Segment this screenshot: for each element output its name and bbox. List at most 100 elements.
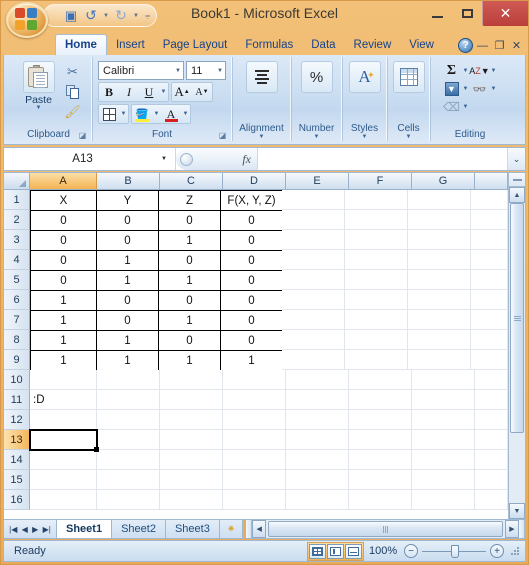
cell-E13[interactable] bbox=[286, 430, 349, 450]
cell-F6[interactable] bbox=[345, 290, 408, 310]
tab-home[interactable]: Home bbox=[55, 34, 107, 55]
column-header-g[interactable]: G bbox=[412, 173, 475, 190]
cell-B12[interactable] bbox=[97, 410, 160, 430]
row-header-8[interactable]: 8 bbox=[4, 330, 30, 350]
cell-F14[interactable] bbox=[349, 450, 412, 470]
horizontal-scroll-track[interactable] bbox=[266, 520, 505, 538]
cell-B4[interactable]: 1 bbox=[96, 250, 159, 271]
cell-G5[interactable] bbox=[408, 270, 471, 290]
vertical-scroll-thumb[interactable] bbox=[510, 203, 524, 433]
last-sheet-icon[interactable]: ▶| bbox=[43, 525, 51, 534]
cell-G8[interactable] bbox=[408, 330, 471, 350]
cell-B1[interactable]: Y bbox=[96, 190, 159, 211]
cell-A6[interactable]: 1 bbox=[30, 290, 97, 311]
cell-C5[interactable]: 1 bbox=[158, 270, 221, 291]
cell-B10[interactable] bbox=[97, 370, 160, 390]
alignment-button[interactable] bbox=[238, 59, 286, 93]
minimize-ribbon-icon[interactable]: — bbox=[475, 38, 490, 53]
font-color-button[interactable]: A bbox=[161, 105, 181, 123]
cell-E15[interactable] bbox=[286, 470, 349, 490]
save-icon[interactable]: ▣ bbox=[62, 7, 80, 25]
cell-A2[interactable]: 0 bbox=[30, 210, 97, 231]
office-button[interactable] bbox=[6, 2, 48, 38]
font-dialog-launcher-icon[interactable]: ◪ bbox=[218, 131, 227, 140]
row-header-13[interactable]: 13 bbox=[4, 430, 30, 450]
cell-F5[interactable] bbox=[345, 270, 408, 290]
horizontal-scrollbar[interactable]: ◀ ▶ bbox=[245, 520, 526, 539]
cell-G1[interactable] bbox=[408, 190, 471, 210]
cell-B7[interactable]: 0 bbox=[96, 310, 159, 331]
formula-input[interactable] bbox=[258, 148, 507, 170]
cell-C7[interactable]: 1 bbox=[158, 310, 221, 331]
split-box[interactable] bbox=[509, 173, 525, 187]
cell-A13[interactable] bbox=[29, 429, 99, 452]
cell-E12[interactable] bbox=[286, 410, 349, 430]
scroll-left-button[interactable]: ◀ bbox=[252, 520, 267, 538]
undo-dropdown-icon[interactable]: ▼ bbox=[102, 13, 110, 19]
cell-C2[interactable]: 0 bbox=[158, 210, 221, 231]
row-header-6[interactable]: 6 bbox=[4, 290, 30, 310]
column-header-c[interactable]: C bbox=[160, 173, 223, 190]
cell-D7[interactable]: 0 bbox=[220, 310, 283, 331]
undo-icon[interactable]: ↺ bbox=[82, 7, 100, 25]
scroll-up-button[interactable]: ▲ bbox=[509, 187, 525, 203]
cell-C8[interactable]: 0 bbox=[158, 330, 221, 351]
number-dropdown-icon[interactable]: ▼ bbox=[295, 134, 338, 140]
sheet-tab-sheet1[interactable]: Sheet1 bbox=[57, 520, 113, 538]
zoom-slider[interactable] bbox=[418, 544, 490, 558]
cell-C15[interactable] bbox=[160, 470, 223, 490]
cell-A5[interactable]: 0 bbox=[30, 270, 97, 291]
row-header-4[interactable]: 4 bbox=[4, 250, 30, 270]
cell-D6[interactable]: 0 bbox=[220, 290, 283, 311]
cell-C6[interactable]: 0 bbox=[158, 290, 221, 311]
cell-D11[interactable] bbox=[223, 390, 286, 410]
cell-C13[interactable] bbox=[160, 430, 223, 450]
tab-page-layout[interactable]: Page Layout bbox=[154, 34, 237, 55]
fill-color-dropdown-icon[interactable]: ▼ bbox=[152, 111, 161, 117]
column-header-a[interactable]: A bbox=[30, 173, 97, 190]
cell-B15[interactable] bbox=[97, 470, 160, 490]
cell-E5[interactable] bbox=[282, 270, 345, 290]
cell-F1[interactable] bbox=[345, 190, 408, 210]
cell-A12[interactable] bbox=[30, 410, 97, 430]
name-box-dropdown-icon[interactable]: ▼ bbox=[161, 156, 175, 162]
redo-dropdown-icon[interactable]: ▼ bbox=[132, 13, 140, 19]
cell-D1[interactable]: F(X, Y, Z) bbox=[220, 190, 283, 211]
minimize-button[interactable] bbox=[422, 1, 452, 26]
find-select-dropdown-icon[interactable]: ▼ bbox=[489, 86, 498, 92]
cell-A16[interactable] bbox=[30, 490, 97, 510]
cell-C4[interactable]: 0 bbox=[158, 250, 221, 271]
insert-worksheet-icon[interactable]: ✷ bbox=[219, 520, 244, 538]
underline-button[interactable]: U bbox=[139, 83, 159, 101]
cell-C9[interactable]: 1 bbox=[158, 350, 221, 371]
page-layout-view-button[interactable] bbox=[327, 543, 344, 559]
vertical-scrollbar[interactable]: ▲ ▼ bbox=[508, 173, 525, 519]
row-header-16[interactable]: 16 bbox=[4, 490, 30, 510]
italic-button[interactable]: I bbox=[119, 83, 139, 101]
cell-E9[interactable] bbox=[282, 350, 345, 370]
cell-G16[interactable] bbox=[412, 490, 475, 510]
paste-button[interactable]: Paste ▼ bbox=[15, 59, 63, 111]
cell-D14[interactable] bbox=[223, 450, 286, 470]
resize-grip[interactable] bbox=[509, 545, 521, 557]
fill-dropdown-icon[interactable]: ▼ bbox=[461, 86, 470, 92]
row-header-9[interactable]: 9 bbox=[4, 350, 30, 370]
bold-button[interactable]: B bbox=[99, 83, 119, 101]
sort-filter-button[interactable]: AZ▼ bbox=[469, 62, 489, 80]
column-header-d[interactable]: D bbox=[223, 173, 286, 190]
row-header-10[interactable]: 10 bbox=[4, 370, 30, 390]
zoom-level[interactable]: 100% bbox=[369, 545, 399, 557]
cells-dropdown-icon[interactable]: ▼ bbox=[391, 134, 426, 140]
clear-button[interactable]: ⌫ bbox=[442, 98, 461, 116]
row-header-7[interactable]: 7 bbox=[4, 310, 30, 330]
cell-G6[interactable] bbox=[408, 290, 471, 310]
redo-icon[interactable]: ↻ bbox=[112, 7, 130, 25]
cell-A4[interactable]: 0 bbox=[30, 250, 97, 271]
cell-A7[interactable]: 1 bbox=[30, 310, 97, 331]
shrink-font-button[interactable]: A ▼ bbox=[192, 83, 212, 101]
cell-G7[interactable] bbox=[408, 310, 471, 330]
row-header-15[interactable]: 15 bbox=[4, 470, 30, 490]
cell-B6[interactable]: 0 bbox=[96, 290, 159, 311]
cell-D10[interactable] bbox=[223, 370, 286, 390]
tab-data[interactable]: Data bbox=[302, 34, 344, 55]
